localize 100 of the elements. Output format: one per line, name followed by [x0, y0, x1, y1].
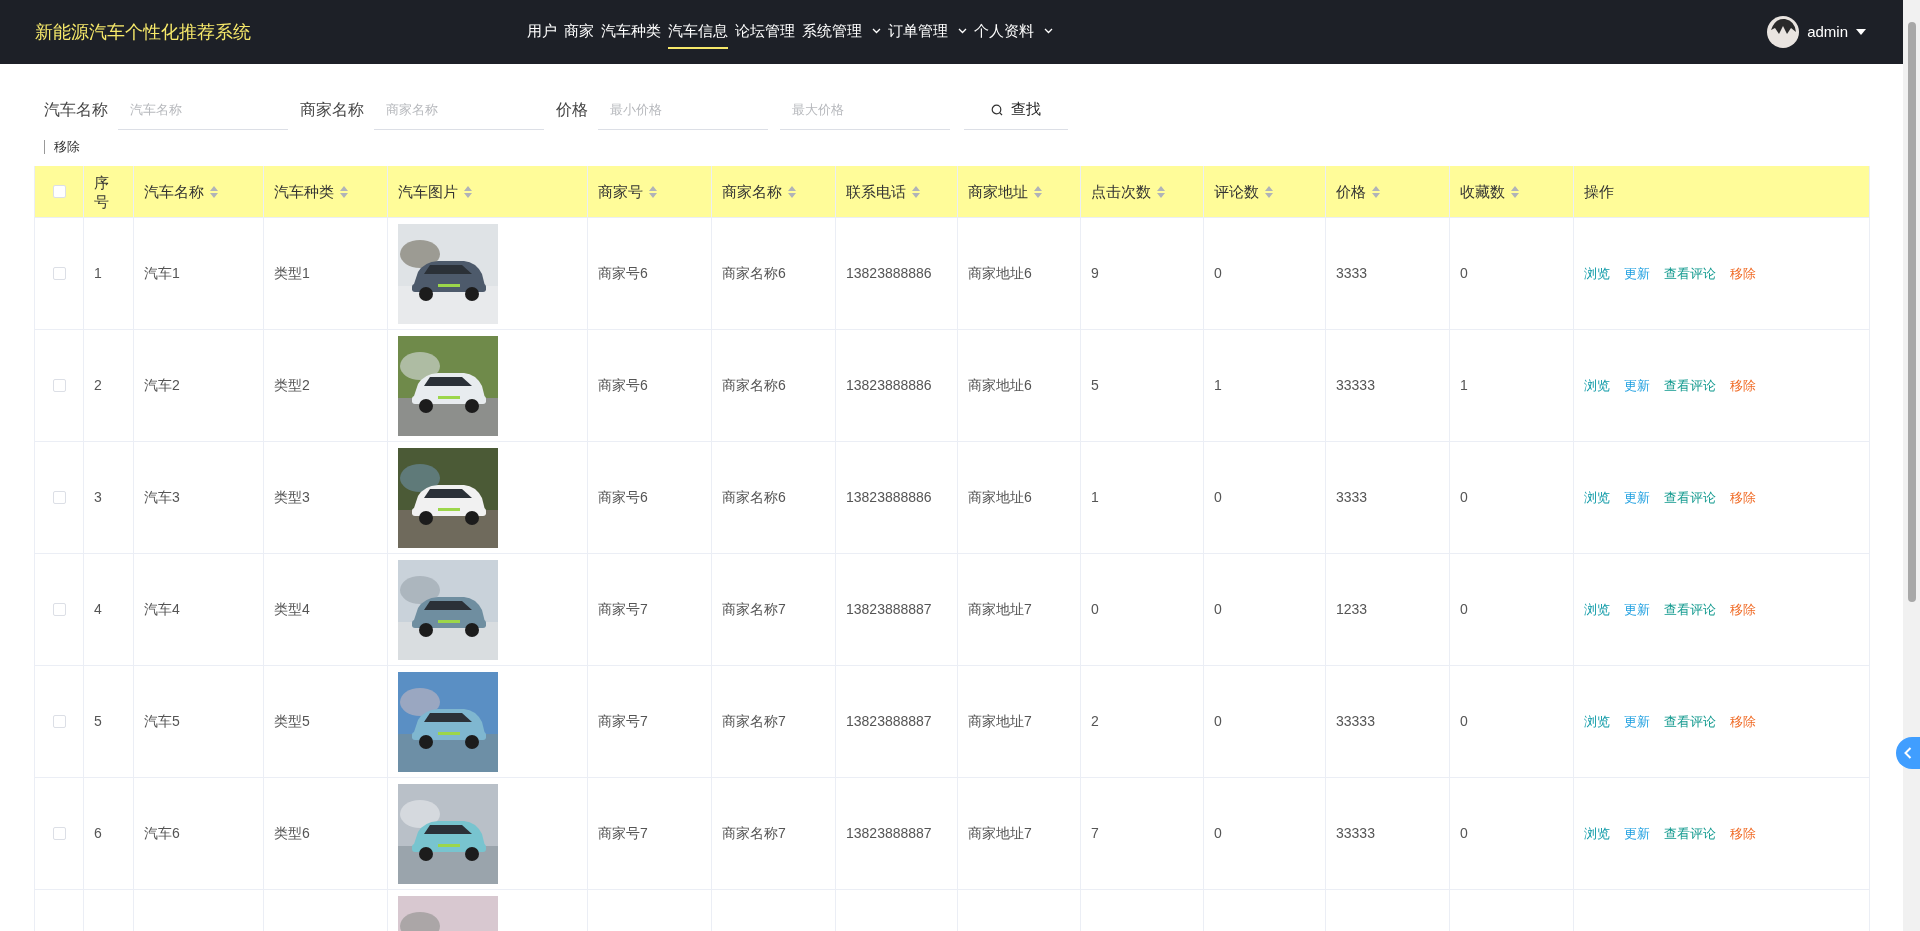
- action-link[interactable]: 查看评论: [1664, 823, 1716, 844]
- table-cell-text: 类型3: [274, 488, 310, 507]
- sort-icon[interactable]: [1265, 185, 1273, 198]
- checkbox[interactable]: [52, 715, 66, 728]
- chevron-left-icon: [1904, 747, 1912, 759]
- nav-item[interactable]: 汽车信息: [668, 15, 728, 49]
- action-link[interactable]: 浏览: [1584, 375, 1610, 396]
- column-header[interactable]: 收藏数: [1460, 182, 1505, 201]
- table-cell-text: 商家号6: [598, 264, 648, 283]
- table-cell-text: 商家地址7: [968, 600, 1032, 619]
- nav-item[interactable]: 汽车种类: [601, 15, 661, 49]
- caret-icon[interactable]: [1856, 28, 1866, 36]
- user-name[interactable]: admin: [1807, 20, 1848, 44]
- sort-icon[interactable]: [1511, 185, 1519, 198]
- table-cell-text: 5: [1091, 376, 1099, 395]
- table-cell-text: 商家地址7: [968, 824, 1032, 843]
- sort-icon[interactable]: [464, 185, 472, 198]
- nav-item[interactable]: 商家: [564, 15, 594, 49]
- table-cell-text: 类型4: [274, 600, 310, 619]
- column-header[interactable]: 汽车图片: [398, 182, 458, 201]
- table-cell-text: 商家名称6: [722, 264, 786, 283]
- action-link[interactable]: 浏览: [1584, 711, 1610, 732]
- field-label: 商家名称: [300, 100, 364, 120]
- column-header[interactable]: 商家地址: [968, 182, 1028, 201]
- column-header[interactable]: 操作: [1584, 182, 1614, 201]
- column-header[interactable]: 价格: [1336, 182, 1366, 201]
- table-cell-text: 商家地址6: [968, 376, 1032, 395]
- checkbox[interactable]: [52, 379, 66, 392]
- table-cell-text: 13823888887: [846, 600, 932, 619]
- sort-icon[interactable]: [210, 185, 218, 198]
- nav-item[interactable]: 论坛管理: [735, 15, 795, 49]
- search-field[interactable]: 商家名称: [374, 90, 544, 130]
- table-cell-text: 汽车1: [144, 264, 180, 283]
- action-link[interactable]: 查看评论: [1664, 263, 1716, 284]
- field-label: 价格: [556, 100, 588, 120]
- checkbox[interactable]: [52, 185, 66, 198]
- table-cell-text: 13823888886: [846, 264, 932, 283]
- nav-item[interactable]: 订单管理: [888, 15, 967, 49]
- sort-icon[interactable]: [1157, 185, 1165, 198]
- column-header[interactable]: 商家号: [598, 182, 643, 201]
- checkbox[interactable]: [52, 827, 66, 840]
- checkbox[interactable]: [52, 491, 66, 504]
- sort-icon[interactable]: [912, 185, 920, 198]
- table-cell-text: 商家名称7: [722, 824, 786, 843]
- remove-button[interactable]: 移除: [44, 140, 80, 154]
- action-link[interactable]: 查看评论: [1664, 487, 1716, 508]
- avatar[interactable]: [1767, 16, 1800, 48]
- table-cell-text: 汽车3: [144, 488, 180, 507]
- table-cell-text: 3: [94, 488, 102, 507]
- sort-icon[interactable]: [340, 185, 348, 198]
- nav-item[interactable]: 用户: [527, 15, 557, 49]
- sort-icon[interactable]: [1372, 185, 1380, 198]
- sort-icon[interactable]: [649, 185, 657, 198]
- sort-icon[interactable]: [1034, 185, 1042, 198]
- action-link[interactable]: 查看评论: [1664, 375, 1716, 396]
- column-header[interactable]: 商家名称: [722, 182, 782, 201]
- action-link[interactable]: 浏览: [1584, 823, 1610, 844]
- table-cell-text: 汽车4: [144, 600, 180, 619]
- table-cell-text: 0: [1460, 264, 1468, 283]
- table-cell-text: 5: [94, 712, 102, 731]
- table-cell-text: 0: [1214, 264, 1222, 283]
- table-cell-text: 1233: [1336, 600, 1368, 619]
- app-title: 新能源汽车个性化推荐系统: [35, 20, 252, 44]
- table-cell-text: 类型1: [274, 264, 310, 283]
- table-cell-text: 6: [94, 824, 102, 843]
- scrollbar[interactable]: [1903, 0, 1920, 931]
- side-toggle-button[interactable]: [1896, 737, 1920, 769]
- nav-item[interactable]: 系统管理: [802, 15, 881, 49]
- table-cell-text: 0: [1460, 824, 1468, 843]
- checkbox[interactable]: [52, 267, 66, 280]
- table-cell-text: 0: [1460, 600, 1468, 619]
- table-cell-text: 0: [1091, 600, 1099, 619]
- search-field[interactable]: 汽车名称: [118, 90, 288, 130]
- column-header[interactable]: 评论数: [1214, 182, 1259, 201]
- column-header[interactable]: 汽车种类: [274, 182, 334, 201]
- search-field[interactable]: 最大价格: [780, 90, 950, 130]
- table-cell-text: 商家名称7: [722, 712, 786, 731]
- column-header[interactable]: 联系电话: [846, 182, 906, 201]
- action-link[interactable]: 查看评论: [1664, 711, 1716, 732]
- table-cell-text: 0: [1214, 488, 1222, 507]
- action-link[interactable]: 浏览: [1584, 599, 1610, 620]
- table-cell-text: 汽车6: [144, 824, 180, 843]
- table-cell-text: 0: [1214, 600, 1222, 619]
- action-link[interactable]: 浏览: [1584, 487, 1610, 508]
- checkbox[interactable]: [52, 603, 66, 616]
- table-cell-text: 商家地址6: [968, 488, 1032, 507]
- column-header[interactable]: 点击次数: [1091, 182, 1151, 201]
- table-cell-text: 汽车2: [144, 376, 180, 395]
- action-link[interactable]: 查看评论: [1664, 599, 1716, 620]
- sort-icon[interactable]: [788, 185, 796, 198]
- table-cell-text: 33333: [1336, 376, 1375, 395]
- table-cell-text: 商家名称6: [722, 488, 786, 507]
- nav-item[interactable]: 个人资料: [974, 15, 1053, 49]
- table-cell-text: 1: [1460, 376, 1468, 395]
- action-link[interactable]: 浏览: [1584, 263, 1610, 284]
- search-button[interactable]: 查找: [964, 90, 1068, 130]
- table-cell-text: 商家地址7: [968, 712, 1032, 731]
- column-header[interactable]: 汽车名称: [144, 182, 204, 201]
- search-field[interactable]: 最小价格: [598, 90, 768, 130]
- column-header[interactable]: 序号: [94, 172, 123, 211]
